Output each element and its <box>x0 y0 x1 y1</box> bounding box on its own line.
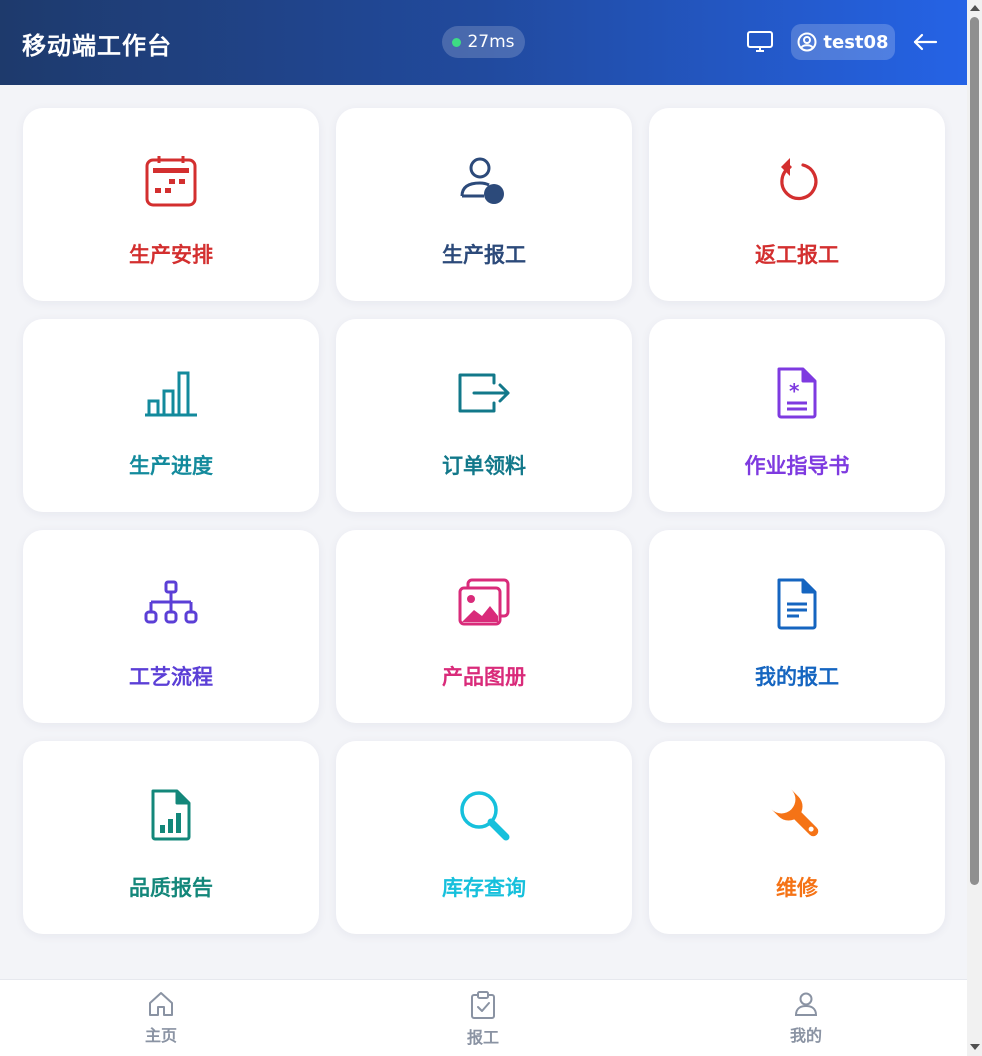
user-icon <box>794 992 818 1016</box>
module-label: 作业指导书 <box>744 454 850 478</box>
scroll-up-arrow-icon[interactable] <box>970 5 980 11</box>
module-label: 生产安排 <box>129 243 213 267</box>
nav-item-home[interactable]: 主页 <box>131 990 191 1050</box>
scroll-down-arrow-icon[interactable] <box>970 1044 980 1050</box>
module-card-product-catalog[interactable]: 产品图册 <box>336 530 632 723</box>
bar-chart-icon <box>143 365 199 421</box>
nav-label: 报工 <box>466 1028 499 1047</box>
nav-item-profile[interactable]: 我的 <box>776 990 836 1050</box>
calendar-icon <box>143 154 199 210</box>
nav-label: 主页 <box>144 1026 177 1045</box>
module-card-production-schedule[interactable]: 生产安排 <box>23 108 319 301</box>
nav-label: 我的 <box>789 1026 822 1045</box>
module-label: 产品图册 <box>442 665 526 689</box>
document-icon <box>769 576 825 632</box>
top-header: 移动端工作台 27ms test08 <box>0 0 967 85</box>
module-label: 订单领料 <box>442 454 526 478</box>
doc-asterisk-icon: * <box>769 365 825 421</box>
nav-item-report[interactable]: 报工 <box>453 990 513 1050</box>
module-card-production-progress[interactable]: 生产进度 <box>23 319 319 512</box>
user-menu-button[interactable]: test08 <box>791 24 895 60</box>
bottom-nav: 主页 报工 我的 <box>0 979 967 1056</box>
file-chart-icon <box>143 787 199 843</box>
clipboard-check-icon <box>471 991 495 1019</box>
module-card-production-report[interactable]: 生产报工 <box>336 108 632 301</box>
user-report-icon <box>456 154 512 210</box>
user-circle-icon <box>797 32 817 52</box>
module-label: 工艺流程 <box>129 665 213 689</box>
latency-badge: 27ms <box>442 26 525 58</box>
images-icon <box>456 576 512 632</box>
scrollbar-thumb[interactable] <box>970 17 979 885</box>
module-card-quality-report[interactable]: 品质报告 <box>23 741 319 934</box>
sitemap-icon <box>143 576 199 632</box>
module-card-rework-report[interactable]: 返工报工 <box>649 108 945 301</box>
wrench-icon <box>769 787 825 843</box>
username: test08 <box>823 31 889 53</box>
module-card-my-report[interactable]: 我的报工 <box>649 530 945 723</box>
arrow-left-icon[interactable] <box>912 30 938 54</box>
latency-value: 27ms <box>467 32 515 52</box>
module-card-maintenance[interactable]: 维修 <box>649 741 945 934</box>
module-label: 库存查询 <box>442 876 526 900</box>
module-label: 生产报工 <box>442 243 526 267</box>
svg-text:*: * <box>789 379 800 403</box>
module-card-work-instruction[interactable]: * 作业指导书 <box>649 319 945 512</box>
module-grid: 生产安排 生产报工 返工报工 生产进度 订单领料 * 作业指导书 工艺流程 产品… <box>23 108 945 934</box>
module-label: 品质报告 <box>129 876 213 900</box>
home-icon <box>149 992 173 1016</box>
vertical-scrollbar[interactable] <box>967 0 982 1056</box>
module-card-process-flow[interactable]: 工艺流程 <box>23 530 319 723</box>
module-card-inventory-query[interactable]: 库存查询 <box>336 741 632 934</box>
app-title: 移动端工作台 <box>22 32 172 60</box>
module-label: 生产进度 <box>129 454 213 478</box>
module-label: 维修 <box>776 876 818 900</box>
exit-arrow-icon <box>456 365 512 421</box>
module-card-order-material[interactable]: 订单领料 <box>336 319 632 512</box>
rotate-ccw-icon <box>769 154 825 210</box>
search-icon <box>456 787 512 843</box>
module-label: 我的报工 <box>755 665 839 689</box>
monitor-icon[interactable] <box>746 30 774 54</box>
status-dot-icon <box>452 37 462 47</box>
module-label: 返工报工 <box>755 243 839 267</box>
